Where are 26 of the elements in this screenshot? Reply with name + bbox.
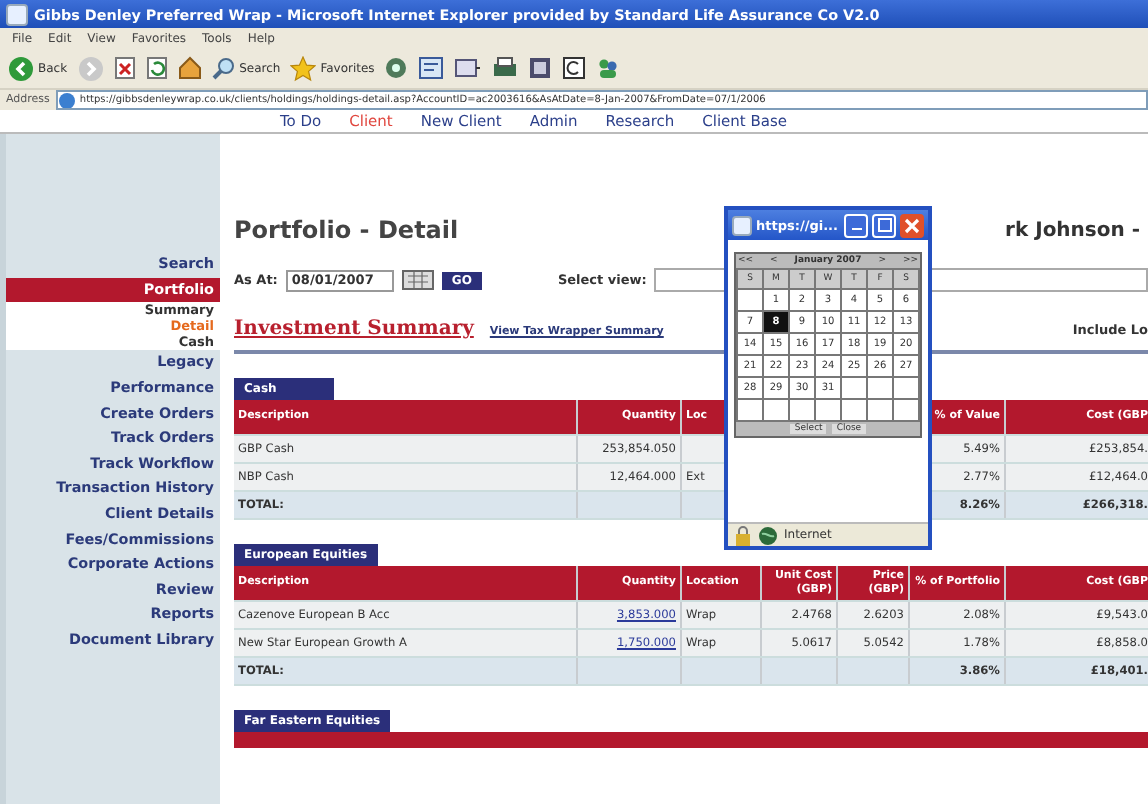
home-icon <box>177 56 202 80</box>
browser-icon <box>732 215 752 235</box>
minimize-button[interactable] <box>844 213 868 237</box>
maximize-button[interactable] <box>872 213 896 237</box>
search-icon <box>211 56 236 80</box>
refresh-icon <box>145 56 168 80</box>
browser-icon <box>6 3 28 25</box>
people-icon <box>596 56 621 80</box>
toolbar-button[interactable] <box>492 56 519 80</box>
page-icon <box>57 92 76 108</box>
document-icon <box>113 56 136 80</box>
calendar-icon[interactable] <box>401 270 434 290</box>
toolbar-button[interactable] <box>418 56 445 80</box>
media-icon <box>384 56 409 80</box>
star-icon <box>290 55 317 81</box>
section-heading: Investment Summary <box>234 318 474 340</box>
close-icon[interactable] <box>900 213 924 237</box>
printer-icon <box>492 56 519 80</box>
page-title: Portfolio - Detail <box>234 216 459 244</box>
globe-icon <box>758 525 778 545</box>
back-icon <box>8 55 34 81</box>
toolbar-button[interactable] <box>113 56 136 80</box>
forward-icon <box>77 55 104 81</box>
lock-icon <box>734 525 752 545</box>
history-icon <box>418 56 445 80</box>
client-name: rk Johnson - <box>1005 219 1140 241</box>
